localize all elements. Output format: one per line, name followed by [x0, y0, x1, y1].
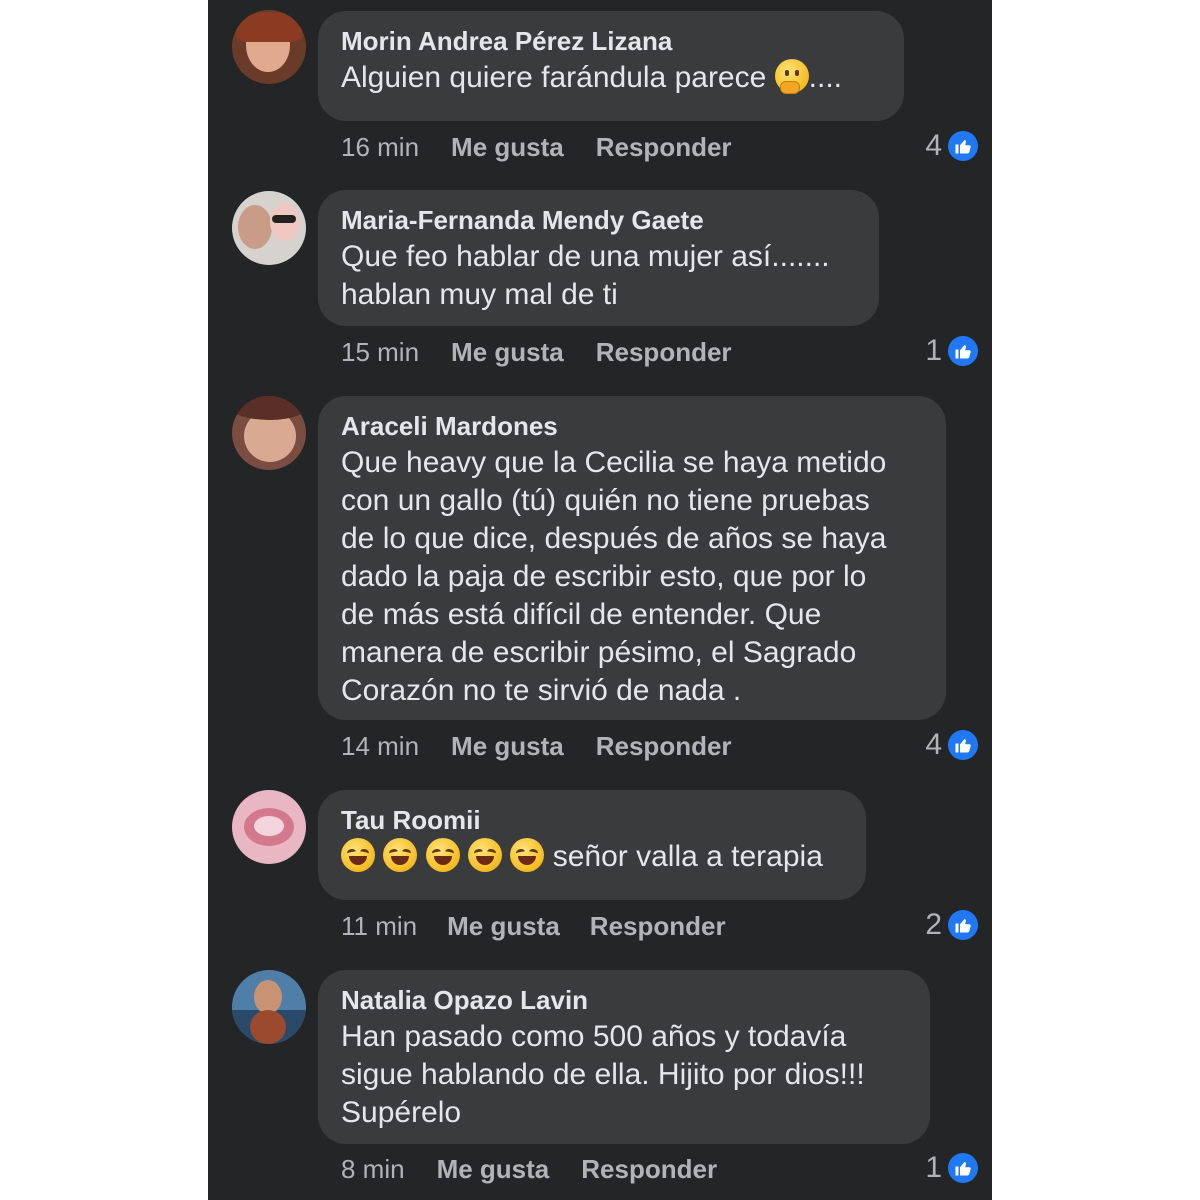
- comment-author[interactable]: Araceli Mardones: [341, 410, 922, 442]
- thumbs-up-icon: [948, 131, 978, 161]
- comment-text-line: Han pasado como 500 años y todavía: [341, 1020, 847, 1053]
- comment-bubble: Araceli Mardones Que heavy que la Cecili…: [318, 396, 946, 720]
- avatar-araceli[interactable]: [232, 396, 306, 470]
- comment-text: Han pasado como 500 años y todavía sigue…: [341, 1018, 906, 1132]
- like-button[interactable]: Me gusta: [451, 730, 564, 762]
- comment-author[interactable]: Maria-Fernanda Mendy Gaete: [341, 204, 855, 236]
- comment-text-line: hablan muy mal de ti: [341, 278, 618, 311]
- reaction-count-number: 4: [925, 728, 942, 761]
- comments-panel: Morin Andrea Pérez Lizana Alguien quiere…: [208, 0, 992, 1200]
- comment-text: señor valla a terapia: [341, 838, 842, 876]
- comment-text-line: Que heavy que la Cecilia se haya metido: [341, 446, 887, 479]
- comment-text-line: Corazón no te sirvió de nada .: [341, 674, 742, 707]
- comment-author[interactable]: Tau Roomii: [341, 804, 842, 836]
- reaction-count[interactable]: 1: [925, 1150, 978, 1186]
- reaction-count[interactable]: 4: [925, 128, 978, 164]
- comment-time[interactable]: 14 min: [341, 730, 419, 762]
- thumbs-up-icon: [948, 910, 978, 940]
- comment-text: Alguien quiere farándula parece ....: [341, 59, 880, 97]
- like-button[interactable]: Me gusta: [437, 1153, 550, 1185]
- rolling-on-floor-laughing-icon: [341, 838, 375, 872]
- avatar-natalia[interactable]: [232, 970, 306, 1044]
- rolling-on-floor-laughing-icon: [510, 838, 545, 872]
- comment-text-line: sigue hablando de ella. Hijito por dios!…: [341, 1058, 865, 1091]
- reply-button[interactable]: Responder: [596, 730, 732, 762]
- comment-bubble: Tau Roomii señor valla a terapia: [318, 790, 866, 900]
- reaction-count-number: 2: [925, 908, 942, 941]
- avatar-maria-fernanda[interactable]: [232, 191, 306, 265]
- reply-button[interactable]: Responder: [596, 336, 732, 368]
- comment-text: Que feo hablar de una mujer así....... h…: [341, 238, 855, 314]
- comment-text-line: Que feo hablar de una mujer así.......: [341, 240, 830, 273]
- thumbs-up-icon: [948, 1153, 978, 1183]
- comment-meta: 15 min Me gusta Responder: [341, 336, 732, 368]
- comment-bubble: Morin Andrea Pérez Lizana Alguien quiere…: [318, 11, 904, 121]
- rolling-on-floor-laughing-icon: [383, 838, 418, 872]
- like-button[interactable]: Me gusta: [451, 131, 564, 163]
- comment-text-part: señor valla a terapia: [552, 840, 823, 873]
- avatar-tau[interactable]: [232, 790, 306, 864]
- comment-text-line: Supérelo: [341, 1096, 462, 1129]
- reaction-count[interactable]: 1: [925, 333, 978, 369]
- comment-meta: 8 min Me gusta Responder: [341, 1153, 717, 1185]
- like-button[interactable]: Me gusta: [447, 910, 560, 942]
- comment-meta: 16 min Me gusta Responder: [341, 131, 732, 163]
- thinking-face-icon: [774, 59, 809, 94]
- comment-text-line: dado la paja de escribir esto, que por l…: [341, 560, 867, 593]
- rolling-on-floor-laughing-icon: [468, 838, 503, 872]
- reaction-count[interactable]: 2: [925, 907, 978, 943]
- reaction-count[interactable]: 4: [925, 727, 978, 763]
- like-button[interactable]: Me gusta: [451, 336, 564, 368]
- comment-bubble: Maria-Fernanda Mendy Gaete Que feo habla…: [318, 190, 879, 326]
- reaction-count-number: 1: [925, 1151, 942, 1184]
- reply-button[interactable]: Responder: [581, 1153, 717, 1185]
- thumbs-up-icon: [948, 336, 978, 366]
- reaction-count-number: 4: [925, 129, 942, 162]
- reply-button[interactable]: Responder: [590, 910, 726, 942]
- comment-text-part: Alguien quiere farándula parece: [341, 61, 767, 94]
- reaction-count-number: 1: [925, 334, 942, 367]
- comment-author[interactable]: Natalia Opazo Lavin: [341, 984, 906, 1016]
- comment-text-line: de más está difícil de entender. Que: [341, 598, 822, 631]
- comment-time[interactable]: 11 min: [341, 910, 417, 942]
- comment-text-line: con un gallo (tú) quién no tiene pruebas: [341, 484, 870, 517]
- comment-text-line: de lo que dice, después de años se haya: [341, 522, 887, 555]
- comment-meta: 11 min Me gusta Responder: [341, 910, 726, 942]
- comment-text-line: manera de escribir pésimo, el Sagrado: [341, 636, 857, 669]
- comment-text-part: ....: [808, 61, 842, 94]
- comment-meta: 14 min Me gusta Responder: [341, 730, 732, 762]
- comment-text: Que heavy que la Cecilia se haya metido …: [341, 444, 922, 710]
- reply-button[interactable]: Responder: [596, 131, 732, 163]
- rolling-on-floor-laughing-icon: [425, 838, 460, 872]
- thumbs-up-icon: [948, 730, 978, 760]
- comment-time[interactable]: 8 min: [341, 1153, 405, 1185]
- comment-bubble: Natalia Opazo Lavin Han pasado como 500 …: [318, 970, 930, 1144]
- comment-time[interactable]: 16 min: [341, 131, 419, 163]
- comment-time[interactable]: 15 min: [341, 336, 419, 368]
- avatar-morin[interactable]: [232, 10, 306, 84]
- comment-author[interactable]: Morin Andrea Pérez Lizana: [341, 25, 880, 57]
